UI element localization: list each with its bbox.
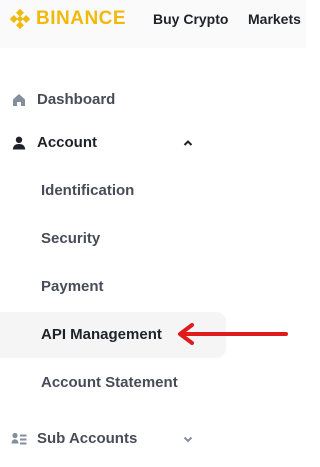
chevron-down-icon[interactable] [182, 433, 194, 445]
red-arrow-icon [178, 323, 288, 345]
sidebar-item-label: Account [37, 134, 97, 151]
sidebar-item-security[interactable]: Security [0, 217, 226, 261]
sidebar-item-label: Account Statement [41, 374, 178, 391]
sidebar-item-label: Sub Accounts [37, 430, 138, 447]
sidebar-item-label: Security [41, 230, 101, 247]
nav-buy-crypto[interactable]: Buy Crypto [153, 10, 228, 28]
sidebar-item-account[interactable]: Account [0, 121, 226, 165]
home-icon [13, 94, 25, 106]
sidebar-item-dashboard[interactable]: Dashboard [0, 78, 226, 122]
sub-accounts-icon [11, 432, 27, 445]
binance-logo[interactable]: BINANCE [10, 9, 126, 29]
binance-logo-icon [10, 9, 30, 29]
sidebar-item-account-statement[interactable]: Account Statement [0, 361, 226, 405]
sidebar-item-label: Dashboard [37, 91, 116, 108]
top-bar: BINANCE Buy Crypto Markets [0, 0, 306, 48]
user-icon [12, 136, 26, 150]
nav-markets[interactable]: Markets [248, 10, 301, 28]
brand-name: BINANCE [36, 8, 127, 29]
sidebar-item-identification[interactable]: Identification [0, 169, 226, 213]
chevron-up-icon[interactable] [182, 137, 194, 149]
sidebar-item-label: API Management [41, 326, 162, 343]
sidebar-item-label: Payment [41, 278, 104, 295]
sidebar-item-sub-accounts[interactable]: Sub Accounts [0, 417, 226, 461]
sidebar-item-payment[interactable]: Payment [0, 265, 226, 309]
sidebar-item-label: Identification [41, 182, 135, 199]
